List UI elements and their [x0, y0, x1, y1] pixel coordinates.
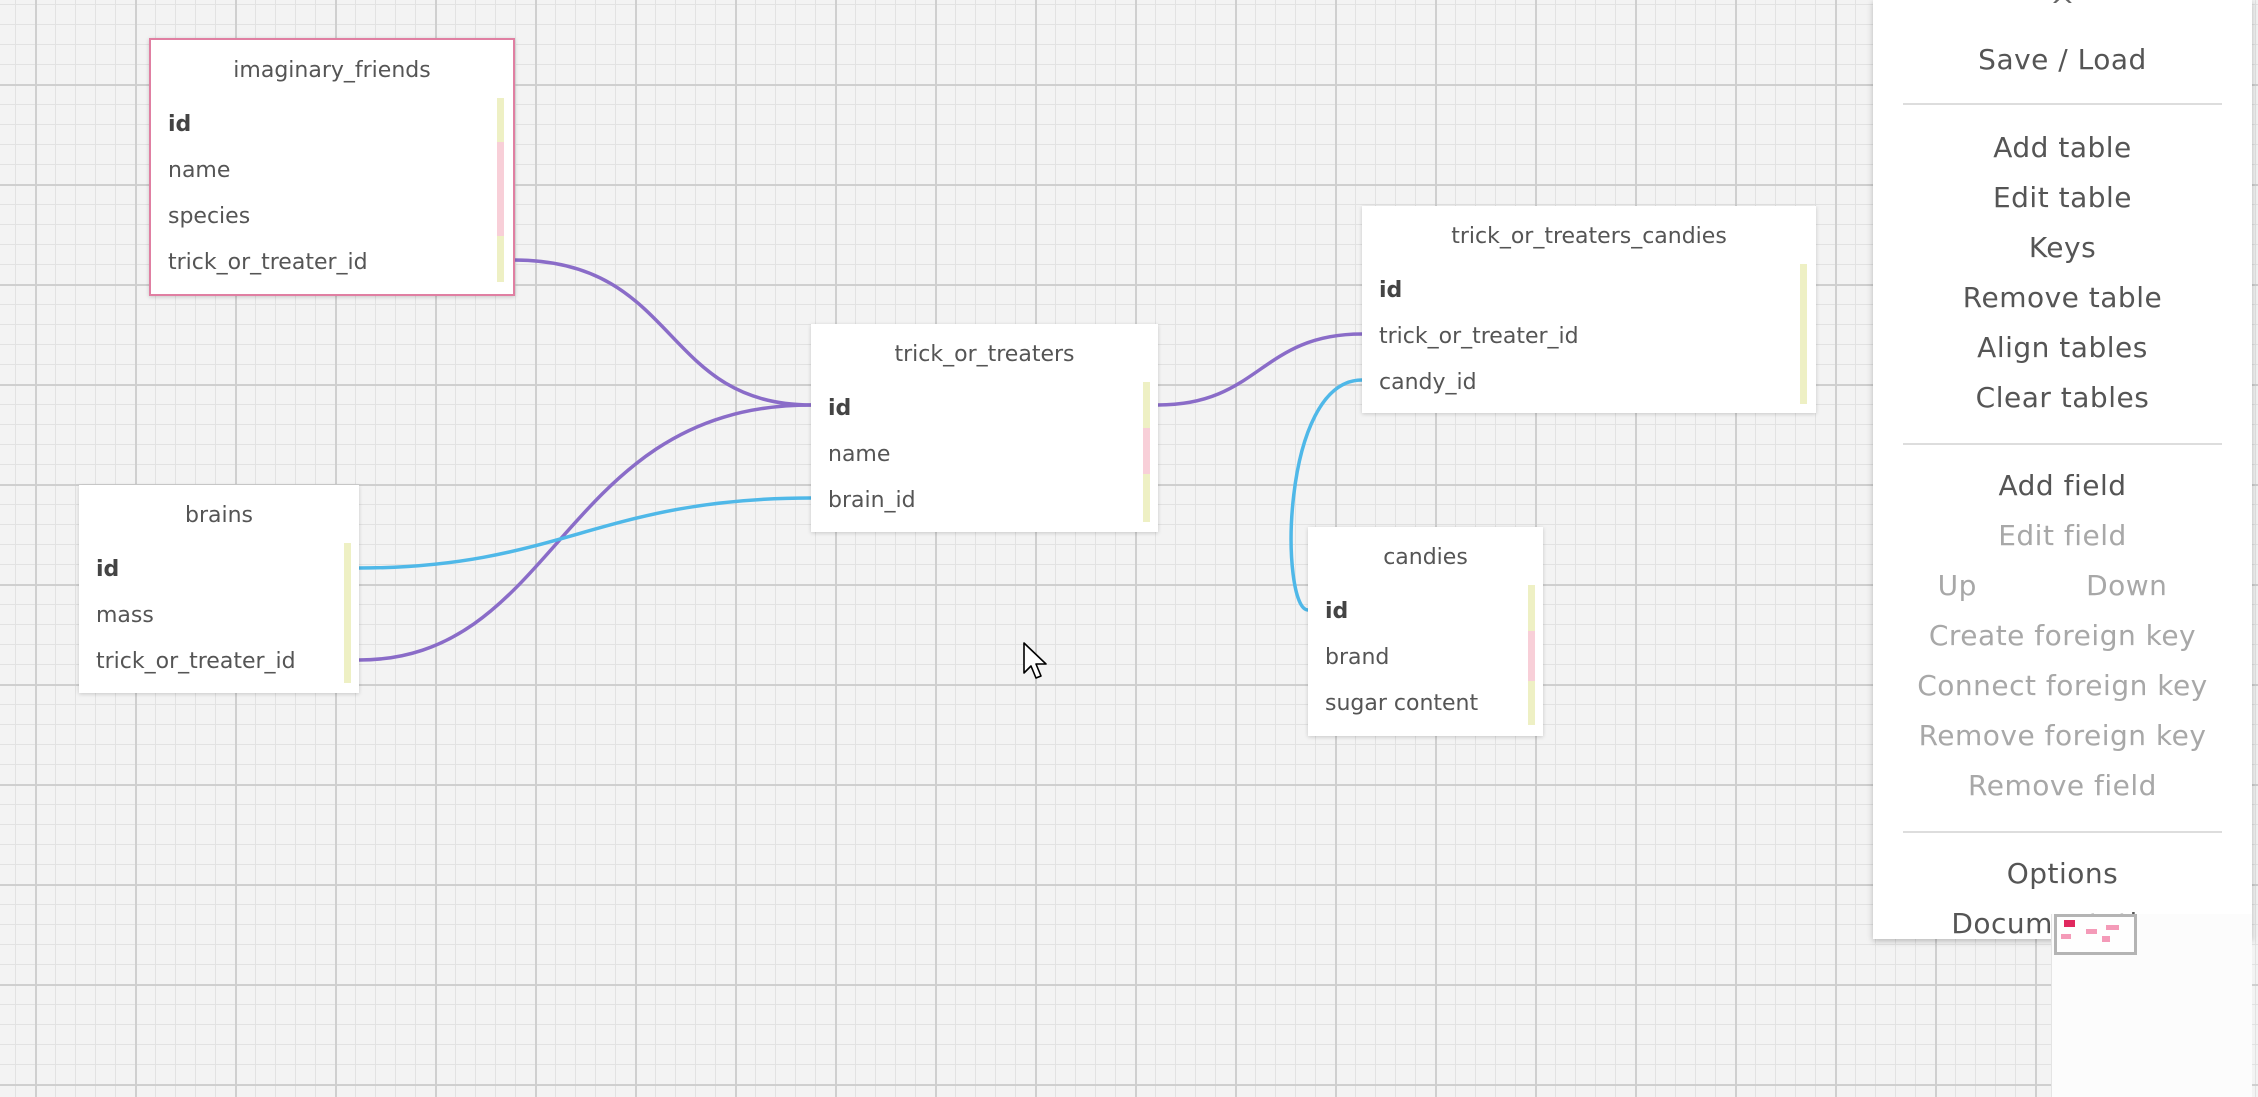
- table-imaginary-friends[interactable]: imaginary_friends id name species trick_…: [149, 38, 515, 296]
- side-menu: ^ Save / Load Add table Edit table Keys …: [1873, 0, 2252, 939]
- table-scroll-indicator: [344, 543, 351, 683]
- minimap[interactable]: [2051, 914, 2252, 1097]
- save-load-button[interactable]: Save / Load: [1873, 35, 2252, 85]
- table-title: trick_or_treaters_candies: [1451, 224, 1727, 249]
- move-field-down-button[interactable]: Down: [2086, 561, 2167, 611]
- mouse-pointer-icon: [1023, 642, 1047, 679]
- table-field[interactable]: trick_or_treater_id: [79, 639, 359, 685]
- minimap-table-trick-or-treaters: [2086, 929, 2097, 934]
- table-field[interactable]: mass: [79, 593, 359, 639]
- table-title: imaginary_friends: [233, 58, 431, 83]
- field-order-controls: Up Down: [1873, 561, 2252, 611]
- edit-field-button[interactable]: Edit field: [1873, 511, 2252, 561]
- remove-table-button[interactable]: Remove table: [1873, 273, 2252, 323]
- table-field[interactable]: sugar content: [1308, 681, 1543, 727]
- align-tables-button[interactable]: Align tables: [1873, 323, 2252, 373]
- table-field[interactable]: id: [79, 547, 359, 593]
- table-scroll-indicator: [497, 98, 504, 282]
- table-field[interactable]: species: [151, 194, 513, 240]
- table-brains[interactable]: brains id mass trick_or_treater_id: [79, 485, 359, 693]
- table-field[interactable]: id: [811, 386, 1158, 432]
- table-candies[interactable]: candies id brand sugar content: [1308, 527, 1543, 736]
- table-field[interactable]: name: [811, 432, 1158, 478]
- minimap-table-brains: [2061, 934, 2071, 939]
- table-field[interactable]: id: [1362, 268, 1816, 314]
- move-field-up-button[interactable]: Up: [1938, 561, 1977, 611]
- remove-foreign-key-button[interactable]: Remove foreign key: [1873, 711, 2252, 761]
- table-trick-or-treaters[interactable]: trick_or_treaters id name brain_id: [811, 324, 1158, 532]
- table-scroll-indicator: [1800, 264, 1807, 404]
- table-field[interactable]: id: [151, 102, 513, 148]
- minimap-table-trick-or-treaters-candies: [2106, 925, 2119, 930]
- chevron-up-icon[interactable]: ^: [1873, 0, 2252, 25]
- minimap-table-candies: [2102, 936, 2110, 942]
- table-title: brains: [184, 503, 253, 528]
- table-field[interactable]: name: [151, 148, 513, 194]
- create-foreign-key-button[interactable]: Create foreign key: [1873, 611, 2252, 661]
- add-table-button[interactable]: Add table: [1873, 123, 2252, 173]
- add-field-button[interactable]: Add field: [1873, 461, 2252, 511]
- clear-tables-button[interactable]: Clear tables: [1873, 373, 2252, 423]
- table-field[interactable]: trick_or_treater_id: [1362, 314, 1816, 360]
- edit-table-button[interactable]: Edit table: [1873, 173, 2252, 223]
- table-field[interactable]: brand: [1308, 635, 1543, 681]
- table-scroll-indicator: [1143, 382, 1150, 522]
- keys-button[interactable]: Keys: [1873, 223, 2252, 273]
- table-scroll-indicator: [1528, 585, 1535, 725]
- options-button[interactable]: Options: [1873, 849, 2252, 899]
- remove-field-button[interactable]: Remove field: [1873, 761, 2252, 811]
- table-field[interactable]: trick_or_treater_id: [151, 240, 513, 286]
- table-title: candies: [1383, 545, 1468, 570]
- table-field[interactable]: id: [1308, 589, 1543, 635]
- table-field[interactable]: brain_id: [811, 478, 1158, 524]
- minimap-table-imaginary-friends: [2064, 920, 2075, 927]
- connect-foreign-key-button[interactable]: Connect foreign key: [1873, 661, 2252, 711]
- table-title: trick_or_treaters: [894, 342, 1075, 367]
- table-field[interactable]: candy_id: [1362, 360, 1816, 406]
- table-trick-or-treaters-candies[interactable]: trick_or_treaters_candies id trick_or_tr…: [1362, 206, 1816, 413]
